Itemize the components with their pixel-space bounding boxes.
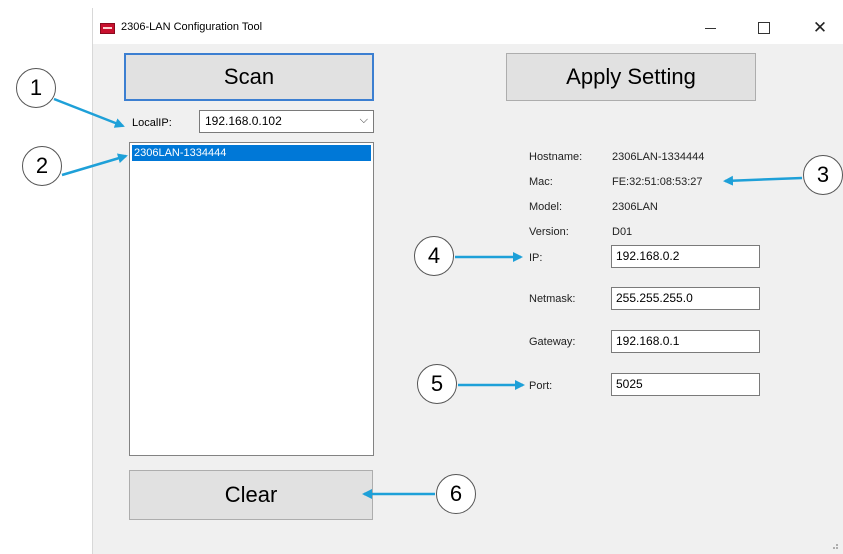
callout-5: 5 [417,364,457,404]
callout-1: 1 [16,68,56,108]
resize-grip-icon[interactable] [829,540,839,550]
callout-2: 2 [22,146,62,186]
callout-3: 3 [803,155,843,195]
callout-6: 6 [436,474,476,514]
callout-arrow-1 [53,97,125,128]
callout-4: 4 [414,236,454,276]
callout-arrow-2 [61,153,128,177]
callout-arrow-3 [723,175,803,186]
callout-arrows [53,97,803,499]
